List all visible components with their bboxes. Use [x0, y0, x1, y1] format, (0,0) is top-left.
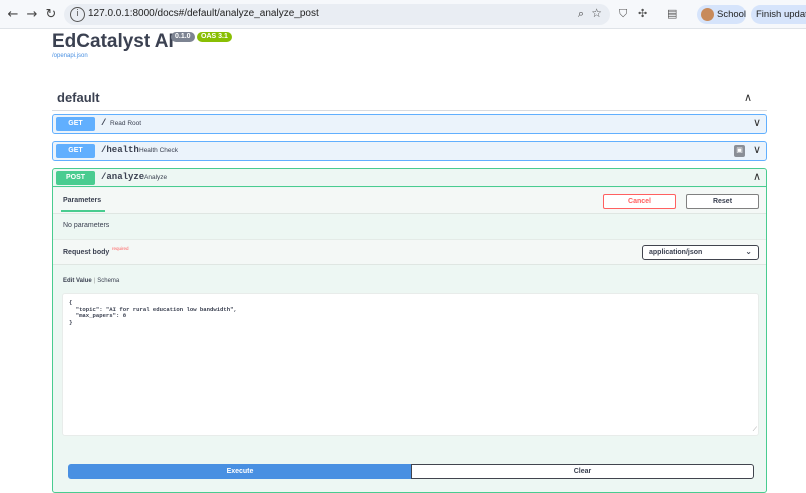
- request-body-editor[interactable]: { "topic": "AI for rural education low b…: [62, 293, 759, 436]
- request-body-bar: Request body required application/json ⌄: [53, 239, 766, 265]
- lock-icon[interactable]: ▣: [734, 145, 745, 157]
- address-bar[interactable]: i 127.0.0.1:8000/docs#/default/analyze_a…: [64, 4, 610, 25]
- url-text[interactable]: 127.0.0.1:8000/docs#/default/analyze_ana…: [88, 8, 319, 19]
- bookmark-star-icon[interactable]: ☆: [591, 6, 602, 20]
- browser-toolbar: ← → ↻ i 127.0.0.1:8000/docs#/default/ana…: [0, 0, 806, 29]
- oas-badge: OAS 3.1: [197, 32, 232, 42]
- back-arrow-icon[interactable]: ←: [4, 6, 22, 24]
- operation-summary: Read Root: [110, 120, 142, 127]
- section-title[interactable]: default: [57, 90, 100, 105]
- finish-update-button[interactable]: Finish update: [751, 5, 806, 24]
- operation-path: /: [101, 118, 107, 128]
- content-type-select[interactable]: application/json ⌄: [642, 245, 759, 260]
- parameters-tab[interactable]: Parameters: [63, 197, 101, 204]
- request-body-label: Request body: [63, 249, 110, 256]
- method-badge: GET: [56, 144, 95, 158]
- schema-tab[interactable]: Schema: [97, 278, 119, 284]
- method-badge: GET: [56, 117, 95, 131]
- operation-get-health[interactable]: GET /health Health Check ▣ ∨: [52, 141, 767, 161]
- operation-get-root[interactable]: GET / Read Root ∨: [52, 114, 767, 134]
- chevron-up-icon[interactable]: ∧: [744, 91, 752, 104]
- operation-summary: Health Check: [139, 147, 179, 154]
- reading-list-icon[interactable]: ▤: [667, 7, 677, 20]
- edit-value-tab[interactable]: Edit Value: [63, 278, 92, 284]
- chevron-up-icon[interactable]: ∧: [753, 170, 761, 183]
- operation-path: /health: [101, 145, 139, 155]
- method-badge: POST: [56, 171, 95, 185]
- avatar: [701, 8, 714, 21]
- operation-path: /analyze: [101, 172, 145, 182]
- execute-button[interactable]: Execute: [68, 464, 412, 479]
- version-badge: 0.1.0: [171, 32, 195, 42]
- operation-post-analyze: POST /analyze Analyze ∧ Parameters Cance…: [52, 168, 767, 493]
- operation-summary: Analyze: [144, 174, 168, 181]
- section-divider: [52, 110, 767, 111]
- reload-icon[interactable]: ↻: [42, 6, 60, 24]
- resize-handle-icon[interactable]: ⟋: [753, 426, 757, 434]
- content-type-value: application/json: [649, 249, 703, 256]
- cancel-button[interactable]: Cancel: [603, 194, 676, 209]
- parameters-bar: Parameters Cancel Reset: [53, 188, 766, 214]
- site-info-icon[interactable]: i: [70, 7, 85, 22]
- puzzle-extension-icon[interactable]: ✣: [638, 7, 647, 20]
- shield-extension-icon[interactable]: ⛉: [619, 7, 627, 21]
- body-tabs: Edit Value | Schema: [63, 278, 120, 284]
- zoom-icon[interactable]: ⌕: [578, 7, 584, 21]
- chevron-down-icon[interactable]: ∨: [753, 116, 761, 129]
- profile-label: School: [717, 9, 747, 20]
- no-parameters-text: No parameters: [63, 222, 110, 229]
- clear-button[interactable]: Clear: [411, 464, 754, 479]
- request-body-text[interactable]: { "topic": "AI for rural education low b…: [69, 299, 237, 326]
- required-marker: required: [112, 246, 129, 251]
- chevron-down-icon[interactable]: ∨: [753, 143, 761, 156]
- forward-arrow-icon[interactable]: →: [23, 6, 41, 24]
- api-title: EdCatalyst AI: [52, 31, 174, 52]
- openapi-json-link[interactable]: /openapi.json: [52, 53, 88, 59]
- operation-header[interactable]: POST /analyze Analyze ∧: [53, 169, 766, 187]
- reset-button[interactable]: Reset: [686, 194, 759, 209]
- active-tab-indicator: [61, 210, 105, 212]
- profile-button[interactable]: School: [697, 5, 746, 24]
- chevron-down-icon: ⌄: [745, 247, 752, 256]
